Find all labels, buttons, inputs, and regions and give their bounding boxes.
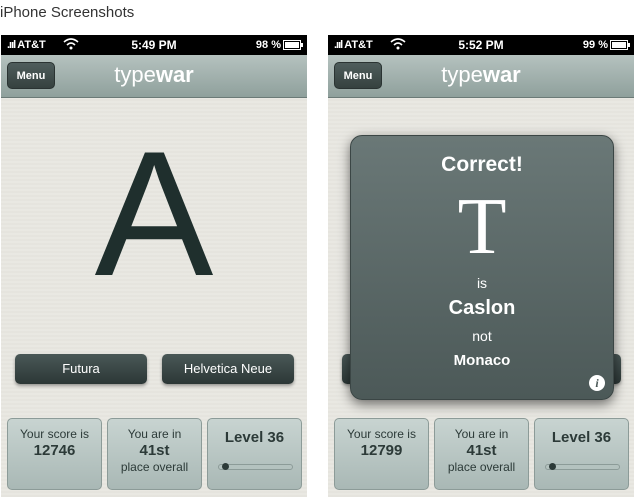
- rank-tile: You are in 41st place overall: [107, 418, 202, 490]
- answer-button-helvetica-neue[interactable]: Helvetica Neue: [162, 354, 294, 384]
- rank-value: 41st: [139, 442, 170, 459]
- battery-fill: [612, 42, 626, 49]
- status-bar: .ııl AT&T 5:49 PM 98 %: [1, 35, 307, 55]
- result-heading: Correct!: [441, 153, 523, 176]
- navigation-bar: Menu typewar: [1, 55, 307, 98]
- correct-font-name: Caslon: [448, 297, 516, 319]
- battery-icon: [610, 40, 630, 51]
- rank-tile: You are in 41st place overall: [434, 418, 529, 490]
- typewar-logo: typewar: [114, 62, 194, 87]
- score-value: 12746: [33, 442, 76, 459]
- iphone-screenshot-1: .ııl AT&T 5:49 PM 98 % Menu typewar A Fut…: [1, 35, 307, 497]
- level-tile: Level 36: [534, 418, 629, 490]
- result-is-text: is: [476, 275, 488, 291]
- score-tile: Your score is 12746: [7, 418, 102, 490]
- battery-indicator: 98 %: [256, 39, 303, 51]
- score-value: 12799: [360, 442, 403, 459]
- battery-indicator: 99 %: [583, 39, 630, 51]
- info-icon[interactable]: i: [589, 375, 605, 391]
- score-tile: Your score is 12799: [334, 418, 429, 490]
- navigation-bar: Menu typewar: [328, 55, 634, 98]
- typewar-logo: typewar: [441, 62, 521, 87]
- result-not-text: not: [472, 328, 492, 344]
- level-label: Level 36: [224, 429, 285, 446]
- result-glyph: T: [457, 183, 507, 271]
- level-progress-knob: [549, 463, 557, 470]
- level-progress-bar: [218, 463, 293, 470]
- quiz-letter: A: [94, 114, 214, 313]
- page-heading: iPhone Screenshots: [0, 4, 135, 21]
- rank-value: 41st: [466, 442, 497, 459]
- result-popup[interactable]: Correct! T is Caslon not Monaco i: [350, 135, 614, 400]
- level-progress-bar: [545, 463, 620, 470]
- battery-fill: [285, 42, 299, 49]
- level-tile: Level 36: [207, 418, 302, 490]
- level-label: Level 36: [551, 429, 612, 446]
- level-progress-knob: [222, 463, 230, 470]
- battery-icon: [283, 40, 303, 51]
- iphone-screenshot-2: .ııl AT&T 5:52 PM 99 % Menu typewar Corre…: [328, 35, 634, 497]
- wrong-font-name: Monaco: [453, 352, 511, 369]
- answer-button-futura[interactable]: Futura: [15, 354, 147, 384]
- status-bar: .ııl AT&T 5:52 PM 99 %: [328, 35, 634, 55]
